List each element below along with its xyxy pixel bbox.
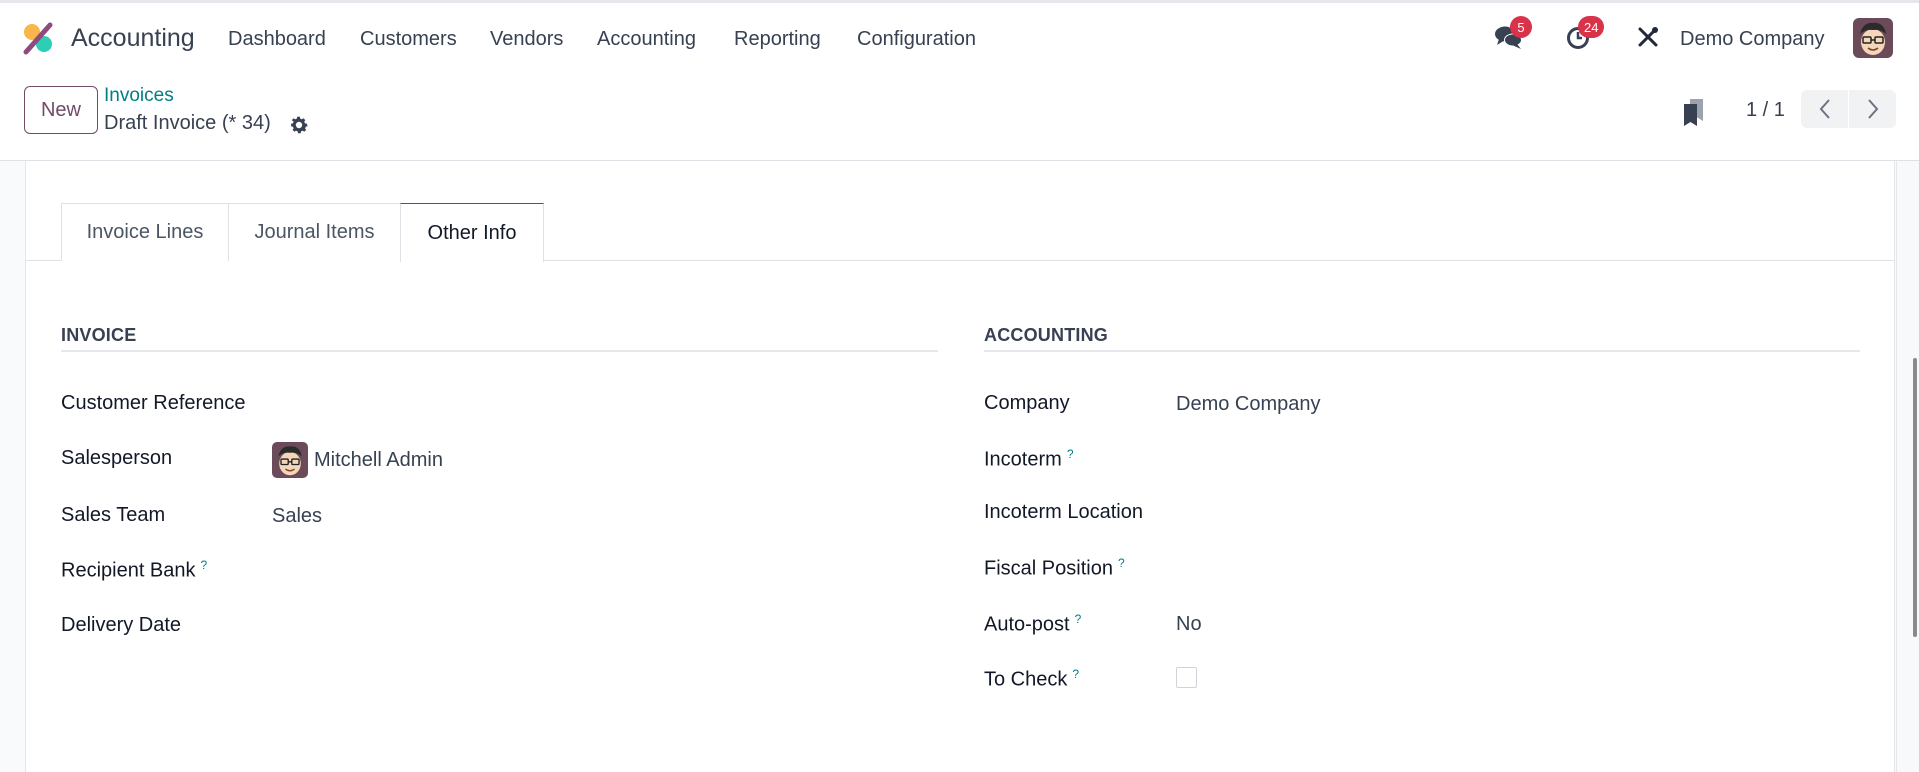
help-icon[interactable]: ?: [1072, 667, 1079, 681]
menu-configuration[interactable]: Configuration: [857, 28, 976, 51]
help-icon[interactable]: ?: [1075, 612, 1082, 626]
incoterm-location-label: Incoterm Location: [984, 501, 1143, 523]
tab-other-info[interactable]: Other Info: [400, 203, 544, 262]
customer-reference-label: Customer Reference: [61, 392, 246, 414]
menu-accounting[interactable]: Accounting: [597, 28, 696, 51]
tools-button[interactable]: [1633, 22, 1663, 52]
accounting-group-divider: [984, 350, 1860, 352]
new-button[interactable]: New: [24, 86, 98, 134]
company-switcher[interactable]: Demo Company: [1680, 28, 1825, 51]
activities-badge: 24: [1578, 16, 1605, 38]
activities-button[interactable]: 24: [1563, 16, 1605, 52]
messages-badge: 5: [1510, 16, 1532, 38]
delivery-date-label: Delivery Date: [61, 614, 182, 636]
scrollbar-thumb[interactable]: [1913, 358, 1917, 637]
bookmark-icon[interactable]: [1681, 97, 1707, 127]
pager-next-button[interactable]: [1849, 90, 1896, 128]
help-icon[interactable]: ?: [1118, 556, 1125, 570]
tab-invoice-lines[interactable]: Invoice Lines: [61, 203, 229, 261]
help-icon[interactable]: ?: [201, 558, 208, 572]
app-name[interactable]: Accounting: [71, 24, 195, 53]
salesperson-label: Salesperson: [61, 447, 173, 469]
accounting-group-title: ACCOUNTING: [984, 325, 1108, 345]
invoice-group-divider: [61, 350, 938, 352]
gear-icon[interactable]: [288, 114, 310, 136]
menu-customers[interactable]: Customers: [360, 28, 457, 51]
messages-button[interactable]: 5: [1494, 16, 1532, 52]
fiscal-position-label: Fiscal Position?: [984, 556, 1125, 580]
menu-dashboard[interactable]: Dashboard: [228, 28, 326, 51]
chevron-right-icon: [1867, 99, 1878, 119]
menu-reporting[interactable]: Reporting: [734, 28, 821, 51]
to-check-label: To Check?: [984, 667, 1080, 691]
accounting-logo-icon[interactable]: [22, 21, 56, 55]
incoterm-label: Incoterm?: [984, 447, 1074, 471]
wrench-screwdriver-icon: [1638, 27, 1658, 47]
auto-post-field[interactable]: No: [1176, 613, 1202, 636]
tab-journal-items[interactable]: Journal Items: [228, 203, 401, 261]
company-field[interactable]: Demo Company: [1176, 393, 1321, 416]
help-icon[interactable]: ?: [1067, 447, 1074, 461]
salesperson-field[interactable]: Mitchell Admin: [314, 449, 443, 472]
pager-previous-button[interactable]: [1801, 90, 1848, 128]
sales-team-label: Sales Team: [61, 504, 166, 526]
user-avatar[interactable]: [1853, 18, 1893, 58]
sales-team-field[interactable]: Sales: [272, 505, 322, 528]
company-label: Company: [984, 392, 1070, 414]
breadcrumb-current: Draft Invoice (* 34): [104, 112, 271, 134]
chevron-left-icon: [1819, 99, 1830, 119]
salesperson-avatar: [272, 442, 308, 478]
auto-post-label: Auto-post?: [984, 612, 1082, 636]
recipient-bank-label: Recipient Bank?: [61, 558, 208, 582]
invoice-group-title: INVOICE: [61, 325, 137, 345]
pager-value[interactable]: 1 / 1: [1746, 99, 1785, 122]
menu-vendors[interactable]: Vendors: [490, 28, 563, 51]
breadcrumb-invoices[interactable]: Invoices: [104, 85, 174, 107]
to-check-checkbox[interactable]: [1176, 667, 1197, 688]
